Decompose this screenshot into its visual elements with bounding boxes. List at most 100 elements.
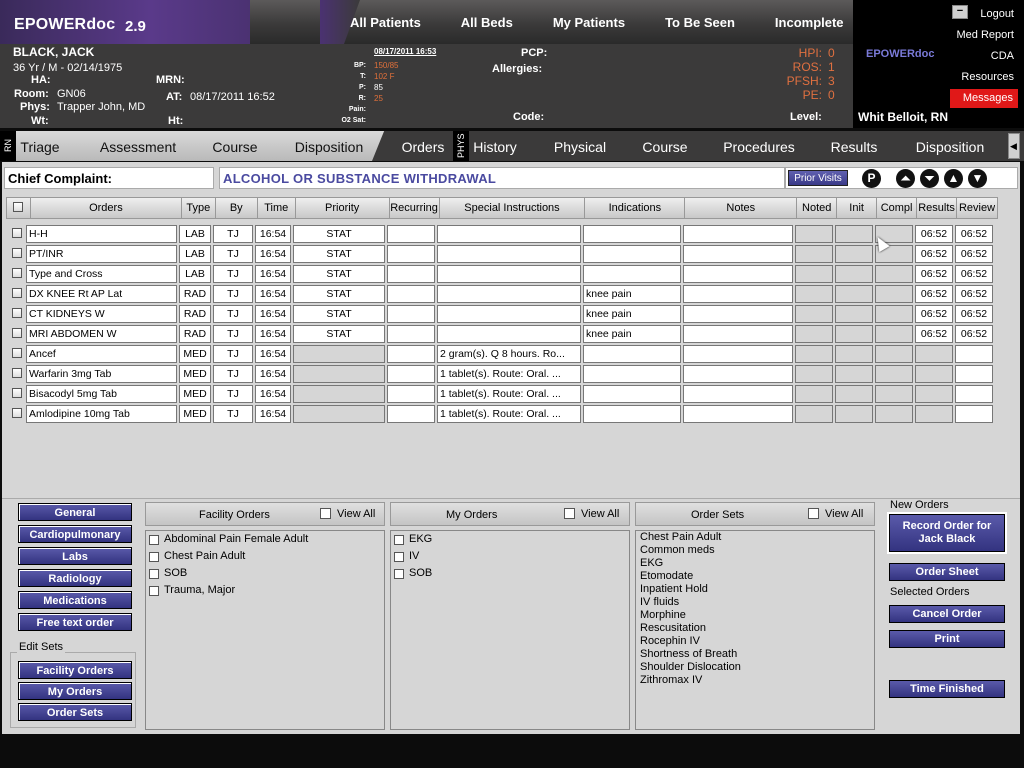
order-review[interactable]: 06:52 [955, 225, 993, 243]
order-indications[interactable] [583, 225, 681, 243]
category-radiology-button[interactable]: Radiology [18, 569, 132, 587]
order-results[interactable]: 06:52 [915, 305, 953, 323]
my-order-item-label[interactable]: IV [409, 550, 419, 562]
category-medications-button[interactable]: Medications [18, 591, 132, 609]
order-name[interactable]: H-H [26, 225, 177, 243]
print-button[interactable]: Print [889, 630, 1005, 648]
record-order-button[interactable]: Record Order for Jack Black [889, 514, 1005, 552]
col-orders[interactable]: Orders [31, 198, 182, 218]
row-checkbox[interactable] [12, 308, 22, 318]
order-review[interactable]: 06:52 [955, 245, 993, 263]
order-notes[interactable] [683, 225, 793, 243]
order-init[interactable] [835, 265, 873, 283]
order-review[interactable] [955, 365, 993, 383]
order-compl[interactable] [875, 385, 913, 403]
order-by[interactable]: TJ [213, 385, 253, 403]
tab-phys-procedures[interactable]: Procedures [719, 131, 799, 161]
order-set-item[interactable]: Morphine [640, 609, 686, 621]
order-recurring[interactable] [387, 405, 435, 423]
order-set-item[interactable]: Rescusitation [640, 622, 706, 634]
table-row[interactable]: Warfarin 3mg Tab MED TJ 16:54 1 tablet(s). R… [6, 364, 998, 384]
order-sheet-button[interactable]: Order Sheet [889, 563, 1005, 581]
order-by[interactable]: TJ [213, 405, 253, 423]
order-recurring[interactable] [387, 225, 435, 243]
table-row[interactable]: DX KNEE Rt AP Lat RAD TJ 16:54 STAT knee pain… [6, 284, 998, 304]
order-set-item[interactable]: Common meds [640, 544, 715, 556]
messages-button[interactable]: Messages [950, 89, 1018, 108]
tab-rn-disposition[interactable]: Disposition [289, 131, 369, 161]
col-time[interactable]: Time [258, 198, 296, 218]
order-priority[interactable] [293, 385, 385, 403]
order-time[interactable]: 16:54 [255, 225, 291, 243]
order-time[interactable]: 16:54 [255, 345, 291, 363]
order-results[interactable]: 06:52 [915, 265, 953, 283]
order-noted[interactable] [795, 225, 833, 243]
move-bottom-icon[interactable]: ⏷ [920, 169, 939, 188]
move-up-icon[interactable]: ▲ [944, 169, 963, 188]
order-indications[interactable]: knee pain [583, 325, 681, 343]
nav-my-patients[interactable]: My Patients [553, 15, 625, 30]
facility-item-checkbox[interactable] [149, 569, 159, 579]
col-notes[interactable]: Notes [685, 198, 798, 218]
table-row[interactable]: Ancef MED TJ 16:54 2 gram(s). Q 8 hours. Ro.… [6, 344, 998, 364]
tab-rn-orders[interactable]: Orders [396, 131, 450, 161]
order-results[interactable]: 06:52 [915, 225, 953, 243]
order-set-item[interactable]: EKG [640, 557, 663, 569]
order-set-item[interactable]: IV fluids [640, 596, 679, 608]
order-by[interactable]: TJ [213, 265, 253, 283]
order-results[interactable] [915, 385, 953, 403]
order-indications[interactable] [583, 365, 681, 383]
order-by[interactable]: TJ [213, 365, 253, 383]
col-review[interactable]: Review [957, 198, 997, 218]
order-by[interactable]: TJ [213, 305, 253, 323]
tab-phys-history[interactable]: History [470, 131, 520, 161]
order-priority[interactable]: STAT [293, 245, 385, 263]
row-checkbox[interactable] [12, 288, 22, 298]
category-free-text-button[interactable]: Free text order [18, 613, 132, 631]
order-indications[interactable]: knee pain [583, 305, 681, 323]
order-recurring[interactable] [387, 265, 435, 283]
move-down-icon[interactable]: ▼ [968, 169, 987, 188]
order-name[interactable]: Warfarin 3mg Tab [26, 365, 177, 383]
nav-to-be-seen[interactable]: To Be Seen [665, 15, 735, 30]
order-set-item[interactable]: Inpatient Hold [640, 583, 708, 595]
order-special-instructions[interactable]: 2 gram(s). Q 8 hours. Ro... [437, 345, 581, 363]
order-init[interactable] [835, 365, 873, 383]
col-special-instructions[interactable]: Special Instructions [440, 198, 586, 218]
order-special-instructions[interactable] [437, 265, 581, 283]
order-review[interactable] [955, 405, 993, 423]
order-special-instructions[interactable]: 1 tablet(s). Route: Oral. ... [437, 405, 581, 423]
order-compl[interactable] [875, 345, 913, 363]
order-set-item[interactable]: Rocephin IV [640, 635, 700, 647]
order-recurring[interactable] [387, 345, 435, 363]
facility-view-all-checkbox[interactable] [320, 508, 331, 519]
order-results[interactable]: 06:52 [915, 285, 953, 303]
order-noted[interactable] [795, 365, 833, 383]
tab-rn-triage[interactable]: Triage [18, 131, 62, 161]
order-set-item[interactable]: Zithromax IV [640, 674, 702, 686]
tab-phys-course[interactable]: Course [638, 131, 692, 161]
col-results[interactable]: Results [917, 198, 958, 218]
col-by[interactable]: By [216, 198, 258, 218]
order-special-instructions[interactable] [437, 325, 581, 343]
tab-rn-course[interactable]: Course [207, 131, 263, 161]
order-special-instructions[interactable] [437, 305, 581, 323]
category-labs-button[interactable]: Labs [18, 547, 132, 565]
col-priority[interactable]: Priority [296, 198, 390, 218]
order-init[interactable] [835, 245, 873, 263]
order-special-instructions[interactable] [437, 225, 581, 243]
order-recurring[interactable] [387, 385, 435, 403]
order-recurring[interactable] [387, 365, 435, 383]
order-time[interactable]: 16:54 [255, 285, 291, 303]
order-noted[interactable] [795, 345, 833, 363]
category-general-button[interactable]: General [18, 503, 132, 521]
order-time[interactable]: 16:54 [255, 265, 291, 283]
order-init[interactable] [835, 225, 873, 243]
order-compl[interactable] [875, 305, 913, 323]
order-time[interactable]: 16:54 [255, 325, 291, 343]
category-cardiopulmonary-button[interactable]: Cardiopulmonary [18, 525, 132, 543]
order-notes[interactable] [683, 305, 793, 323]
order-compl[interactable] [875, 405, 913, 423]
order-notes[interactable] [683, 285, 793, 303]
order-by[interactable]: TJ [213, 345, 253, 363]
